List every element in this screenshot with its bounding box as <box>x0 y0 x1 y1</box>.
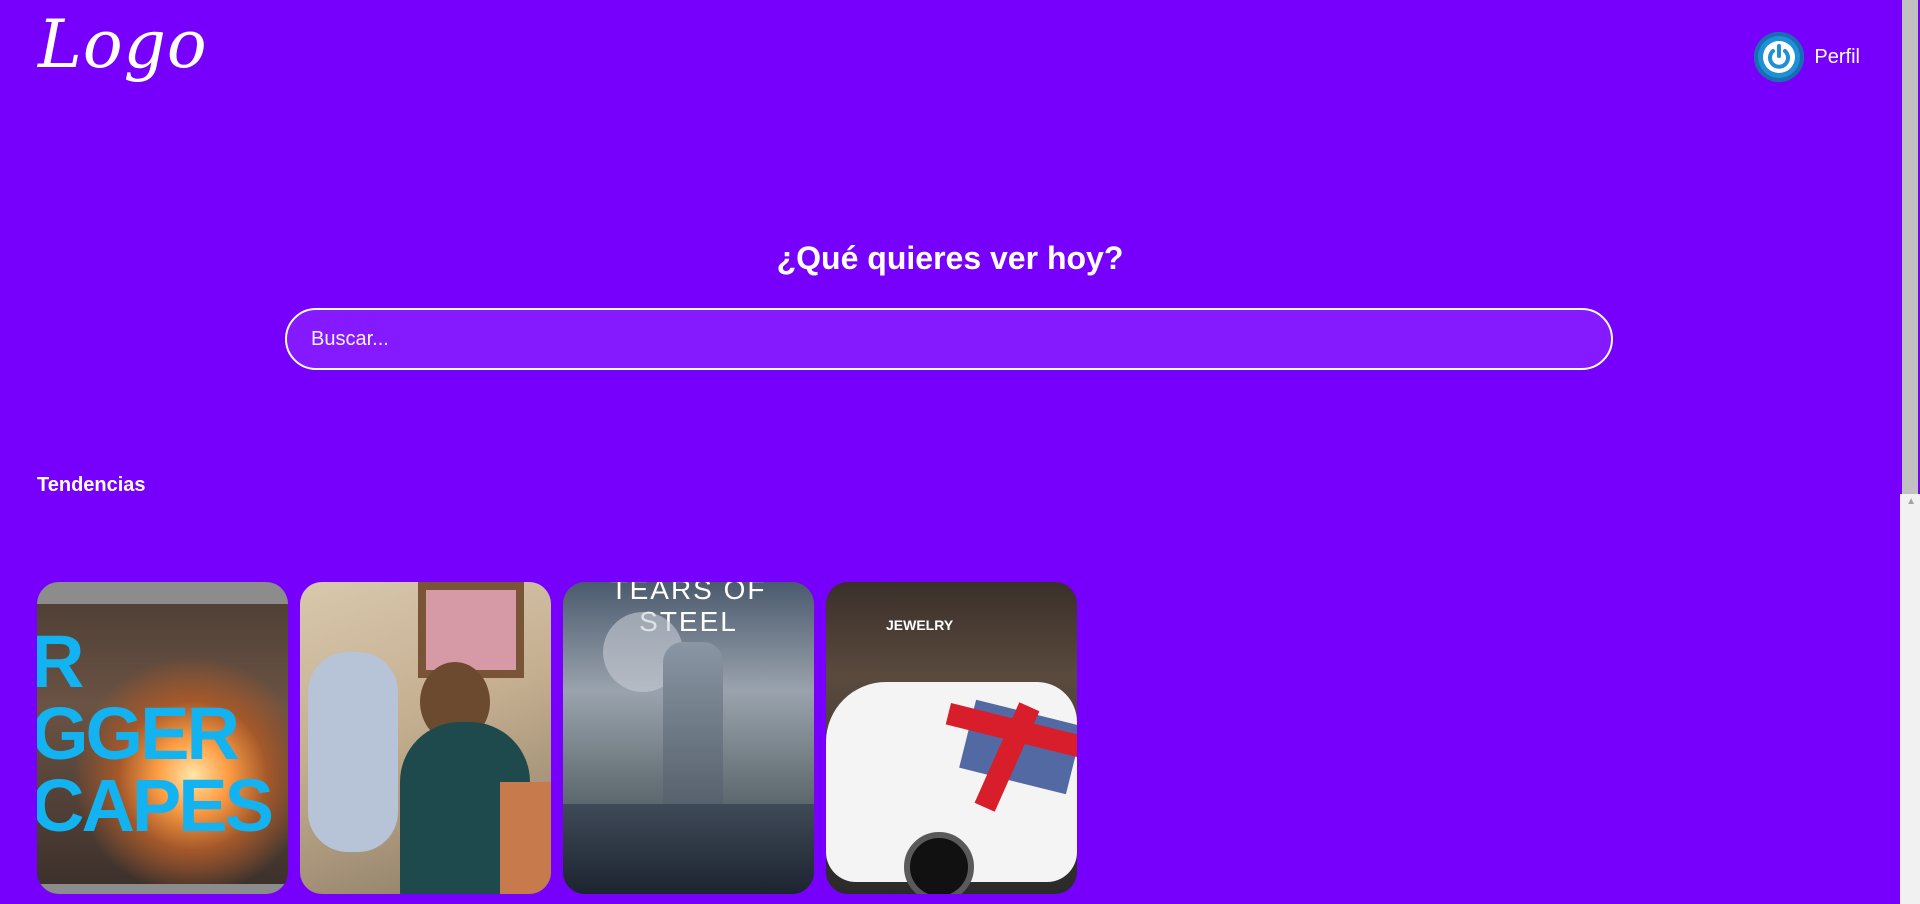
poster-decoration <box>904 832 974 894</box>
trending-card[interactable]: R GGER CAPES <box>37 582 288 894</box>
poster-band <box>37 582 288 604</box>
page-title: ¿Qué quieres ver hoy? <box>776 240 1124 276</box>
poster-decoration <box>308 652 398 852</box>
trending-list: R GGER CAPES TEARS OF STEEL JEWELRY <box>37 582 1077 894</box>
scroll-up-icon[interactable]: ▲ <box>1906 496 1916 507</box>
poster-sign: JEWELRY <box>886 617 954 633</box>
power-icon <box>1754 32 1805 82</box>
poster-decoration <box>500 782 551 894</box>
profile-label: Perfil <box>1814 45 1860 68</box>
trending-title: Tendencias <box>37 474 146 496</box>
poster-title: TEARS OF STEEL <box>610 582 767 637</box>
trending-card[interactable]: TEARS OF STEEL <box>563 582 814 894</box>
poster-decoration <box>563 804 814 894</box>
scrollbar-thumb[interactable] <box>1902 0 1918 494</box>
search-input[interactable] <box>285 308 1613 370</box>
trending-card[interactable] <box>300 582 551 894</box>
trending-card[interactable]: JEWELRY <box>826 582 1077 894</box>
logo[interactable]: Logo <box>38 6 208 83</box>
poster-band <box>37 884 288 894</box>
poster-title: R GGER CAPES <box>37 620 274 847</box>
poster-decoration <box>418 582 524 678</box>
profile-button[interactable]: Perfil <box>1754 32 1860 82</box>
